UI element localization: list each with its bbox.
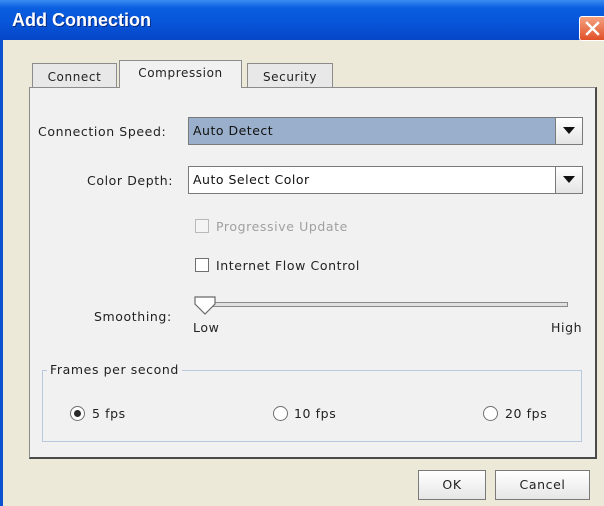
fps-10-label: 10 fps <box>294 406 337 421</box>
window-border <box>0 40 3 506</box>
internet-flow-control-label: Internet Flow Control <box>216 258 360 273</box>
title-bar[interactable]: Add Connection <box>0 0 604 40</box>
internet-flow-control-checkbox[interactable] <box>195 258 209 272</box>
tab-security[interactable]: Security <box>247 63 333 88</box>
frames-per-second-legend: Frames per second <box>47 362 182 377</box>
chevron-down-icon <box>563 176 575 183</box>
color-depth-label: Color Depth: <box>87 173 174 188</box>
fps-20-label: 20 fps <box>505 406 548 421</box>
cancel-button[interactable]: Cancel <box>495 470 590 500</box>
fps-10-radio[interactable] <box>273 406 288 421</box>
color-depth-dropdown-button[interactable] <box>555 167 582 193</box>
tab-connect[interactable]: Connect <box>32 63 117 88</box>
smoothing-low-label: Low <box>193 320 220 335</box>
add-connection-dialog: Add Connection Connect Compression Secur… <box>0 0 604 506</box>
close-button[interactable] <box>579 16 604 41</box>
color-depth-value: Auto Select Color <box>193 172 310 187</box>
smoothing-slider-thumb[interactable] <box>194 296 216 316</box>
smoothing-label: Smoothing: <box>94 309 172 324</box>
window-title: Add Connection <box>12 10 151 30</box>
radio-selected-dot <box>74 410 81 417</box>
ok-button[interactable]: OK <box>418 470 486 500</box>
color-depth-select[interactable]: Auto Select Color <box>188 166 583 194</box>
connection-speed-select[interactable]: Auto Detect <box>188 117 583 145</box>
close-icon <box>585 21 600 36</box>
chevron-down-icon <box>563 127 575 134</box>
smoothing-high-label: High <box>551 320 583 335</box>
fps-20-radio[interactable] <box>483 406 498 421</box>
connection-speed-label: Connection Speed: <box>38 124 167 139</box>
connection-speed-dropdown-button[interactable] <box>555 118 582 144</box>
tab-compression[interactable]: Compression <box>119 60 242 88</box>
fps-5-radio[interactable] <box>70 406 85 421</box>
progressive-update-label: Progressive Update <box>216 219 348 234</box>
connection-speed-value: Auto Detect <box>189 118 555 144</box>
smoothing-slider-track[interactable] <box>200 302 568 307</box>
progressive-update-checkbox[interactable] <box>195 219 209 233</box>
fps-5-label: 5 fps <box>92 406 126 421</box>
